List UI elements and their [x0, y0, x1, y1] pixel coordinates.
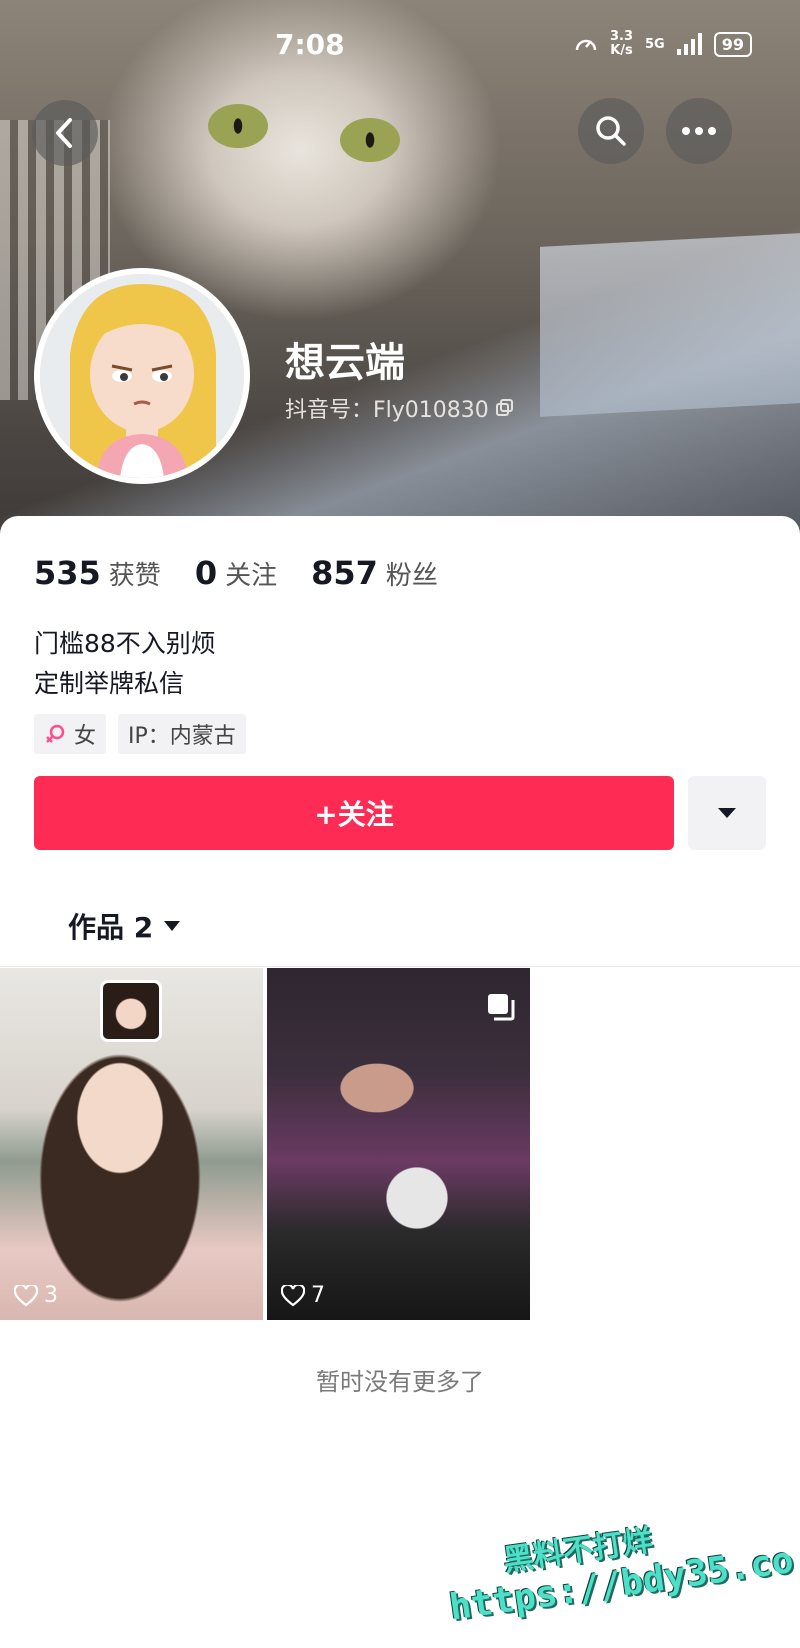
ip-label: IP：内蒙古: [128, 724, 236, 749]
chevron-left-icon: [56, 118, 72, 148]
stat-following-value: 0: [194, 554, 218, 592]
no-more-text: 暂时没有更多了: [316, 1368, 484, 1396]
status-time: 7:08: [275, 28, 345, 61]
video-likes-count: 7: [311, 1283, 325, 1308]
profile-stats: 535 获赞 0 关注 857 粉丝: [34, 554, 438, 592]
network-speed: 3.3 K/s: [610, 30, 633, 58]
stat-following-label: 关注: [225, 561, 278, 591]
douyin-id[interactable]: 抖音号：Fly010830: [285, 392, 515, 424]
search-button[interactable]: [578, 98, 644, 164]
search-icon: [596, 116, 626, 146]
stat-followers-label: 粉丝: [385, 561, 438, 591]
copy-icon[interactable]: [495, 398, 515, 418]
battery-indicator: 99: [713, 31, 752, 57]
ip-tag: IP：内蒙古: [118, 714, 246, 754]
follow-button-label: +关注: [314, 798, 394, 831]
gender-label: 女: [74, 724, 97, 749]
gender-tag: 女: [34, 714, 107, 754]
stat-following[interactable]: 0 关注: [195, 554, 277, 592]
heart-icon: [14, 1284, 38, 1306]
video-tile[interactable]: 7: [267, 968, 530, 1320]
cover-cat-eye: [208, 104, 268, 148]
status-bar: 7:08 3.3 K/s 5G 99: [0, 0, 800, 90]
video-tile[interactable]: 3: [0, 968, 263, 1320]
avatar-cartoon-girl: [40, 274, 244, 478]
stat-followers-value: 857: [311, 554, 378, 592]
video-likes: 3: [14, 1283, 58, 1308]
video-likes-count: 3: [44, 1283, 58, 1308]
speed-value: 3.3: [609, 29, 634, 44]
caret-down-icon: [718, 808, 736, 818]
profile-tags: 女 IP：内蒙古: [34, 714, 246, 754]
stat-likes[interactable]: 535 获赞: [34, 554, 161, 592]
cover-cat-eye: [340, 118, 400, 162]
profile-card: 535 获赞 0 关注 857 粉丝 门槛88不入别烦 定制举牌私信 女 IP：内蒙古…: [0, 516, 800, 1648]
speed-unit: K/s: [610, 43, 633, 58]
douyin-id-text: 抖音号：Fly010830: [285, 398, 489, 423]
stat-likes-value: 535: [34, 554, 101, 592]
avatar[interactable]: [34, 268, 250, 484]
bio-line: 门槛88不入别烦: [34, 629, 216, 658]
stat-followers[interactable]: 857 粉丝: [311, 554, 438, 592]
caret-down-icon: [164, 921, 181, 931]
more-horizontal-icon: [682, 127, 716, 135]
bio-line: 定制举牌私信: [34, 669, 185, 698]
heart-icon: [281, 1284, 305, 1306]
profile-bio: 门槛88不入别烦 定制举牌私信: [34, 624, 216, 704]
follow-button[interactable]: +关注: [34, 776, 674, 850]
multi-image-icon: [488, 994, 515, 1021]
tab-works-label: 作品 2: [68, 911, 154, 944]
back-button[interactable]: [32, 100, 98, 166]
female-icon: [46, 724, 65, 743]
more-button[interactable]: [666, 98, 732, 164]
video-grid: 3 7: [0, 968, 530, 1320]
divider: [0, 966, 800, 967]
cover-laptop-screen: [540, 233, 800, 417]
tab-works[interactable]: 作品 2: [68, 906, 181, 946]
profile-name: 想云端: [285, 340, 405, 386]
signal-icon: [676, 33, 702, 55]
avatar-badge: [100, 980, 162, 1042]
network-type: 5G: [645, 36, 665, 52]
recommend-dropdown-button[interactable]: [688, 776, 766, 850]
stat-likes-label: 获赞: [108, 561, 161, 591]
video-likes: 7: [281, 1283, 325, 1308]
speedometer-icon: [575, 39, 597, 51]
